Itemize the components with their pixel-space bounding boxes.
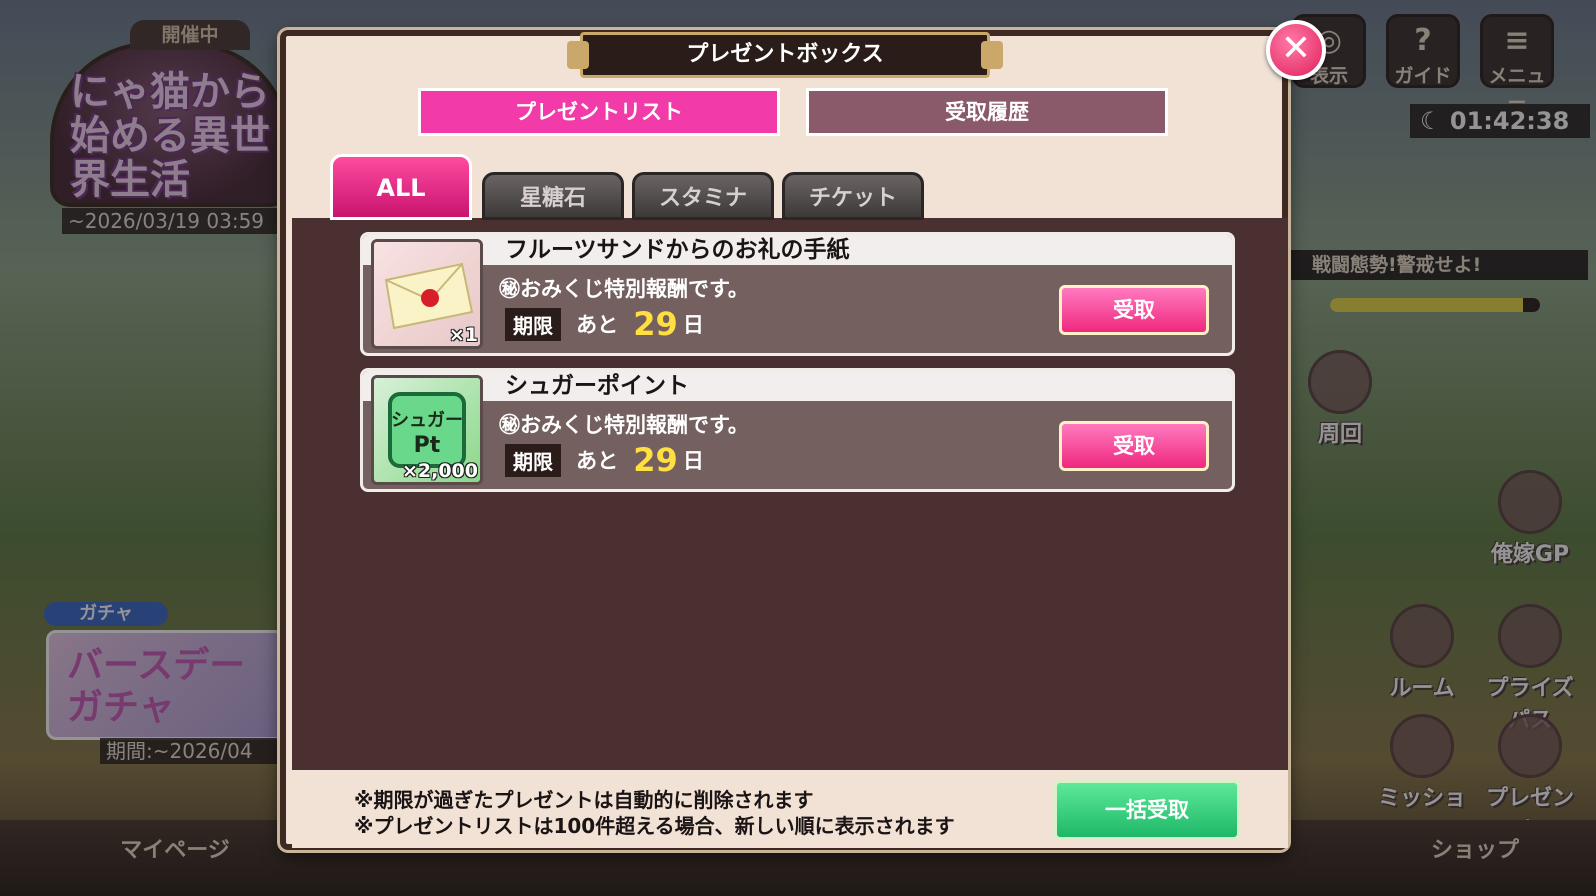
expiry-days: 29 <box>633 305 678 343</box>
expiry-prefix: あと <box>576 313 619 337</box>
close-icon: ✕ <box>1280 28 1312 69</box>
category-tab-stamina[interactable]: スタミナ <box>632 172 774 220</box>
category-tab-star-sugar-stone[interactable]: 星糖石 <box>482 172 624 220</box>
footer-note-limit: ※プレゼントリストは100件超える場合、新しい順に表示されます <box>354 814 955 838</box>
item-quantity: ×1 <box>448 324 478 346</box>
footer-note-expiry: ※期限が過ぎたプレゼントは自動的に削除されます <box>354 788 814 812</box>
item-expiry: 期限 あと 29 日 <box>505 441 704 479</box>
expiry-label: 期限 <box>505 443 561 477</box>
tab-present-list[interactable]: プレゼントリスト <box>418 88 780 136</box>
sugar-point-icon-text-1: シュガー <box>391 410 463 431</box>
expiry-days: 29 <box>633 441 678 479</box>
expiry-unit: 日 <box>682 449 704 473</box>
list-item: シュガーポイント シュガー Pt ×2,000 ㊙おみくじ特別報酬です。 期限 … <box>360 368 1235 492</box>
item-icon-frame: シュガー Pt ×2,000 <box>371 375 483 485</box>
item-title-bar <box>363 371 1232 401</box>
item-title: シュガーポイント <box>505 373 689 399</box>
sugar-point-icon-text-2: Pt <box>414 433 441 458</box>
list-item: フルーツサンドからのお礼の手紙 ×1 ㊙おみくじ特別報酬です。 期限 あと 29… <box>360 232 1235 356</box>
receive-button[interactable]: 受取 <box>1059 285 1209 335</box>
item-icon-frame: ×1 <box>371 239 483 349</box>
close-button[interactable]: ✕ <box>1266 20 1326 80</box>
item-description: ㊙おみくじ特別報酬です。 <box>499 413 749 437</box>
expiry-label: 期限 <box>505 307 561 341</box>
item-quantity: ×2,000 <box>401 460 478 482</box>
category-tab-all[interactable]: ALL <box>330 154 472 220</box>
item-expiry: 期限 あと 29 日 <box>505 305 704 343</box>
expiry-prefix: あと <box>576 449 619 473</box>
category-tab-ticket[interactable]: チケット <box>782 172 924 220</box>
receive-button[interactable]: 受取 <box>1059 421 1209 471</box>
item-description: ㊙おみくじ特別報酬です。 <box>499 277 749 301</box>
item-title: フルーツサンドからのお礼の手紙 <box>505 237 850 263</box>
tab-receive-history[interactable]: 受取履歴 <box>806 88 1168 136</box>
expiry-unit: 日 <box>682 313 704 337</box>
modal-title: プレゼントボックス <box>567 32 1003 78</box>
bulk-receive-button[interactable]: 一括受取 <box>1054 780 1240 840</box>
